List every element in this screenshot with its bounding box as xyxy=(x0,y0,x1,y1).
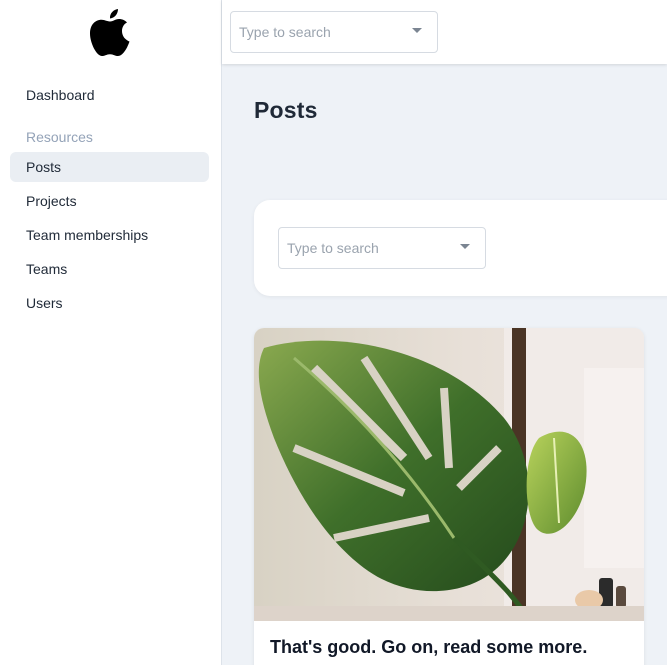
chevron-down-icon[interactable] xyxy=(460,244,470,249)
sidebar-item-label: Team memberships xyxy=(26,227,149,243)
sidebar-item-label: Users xyxy=(26,295,63,311)
sidebar: Dashboard Resources Posts Projects Team … xyxy=(0,0,222,665)
resource-search-input[interactable]: Type to search xyxy=(278,227,486,269)
post-image xyxy=(254,328,644,621)
post-title[interactable]: That's good. Go on, read some more. xyxy=(270,637,587,658)
sidebar-item-projects[interactable]: Projects xyxy=(10,186,209,216)
sidebar-item-teams[interactable]: Teams xyxy=(10,254,209,284)
top-header: Type to search xyxy=(222,0,667,64)
post-card[interactable]: That's good. Go on, read some more. xyxy=(254,328,644,665)
chevron-down-icon[interactable] xyxy=(412,28,422,33)
search-placeholder: Type to search xyxy=(239,24,331,40)
search-placeholder: Type to search xyxy=(287,240,379,256)
global-search-input[interactable]: Type to search xyxy=(230,11,438,53)
sidebar-item-posts[interactable]: Posts xyxy=(10,152,209,182)
sidebar-section-resources: Resources xyxy=(26,129,93,145)
sidebar-item-users[interactable]: Users xyxy=(10,288,209,318)
filter-panel: Type to search xyxy=(254,200,667,296)
sidebar-item-dashboard[interactable]: Dashboard xyxy=(26,86,95,104)
apple-logo-icon[interactable] xyxy=(88,7,132,59)
sidebar-item-label: Teams xyxy=(26,261,68,277)
page-title: Posts xyxy=(254,97,318,123)
sidebar-item-team-memberships[interactable]: Team memberships xyxy=(10,220,209,250)
sidebar-item-label: Projects xyxy=(26,193,77,209)
sidebar-item-label: Posts xyxy=(26,159,62,175)
